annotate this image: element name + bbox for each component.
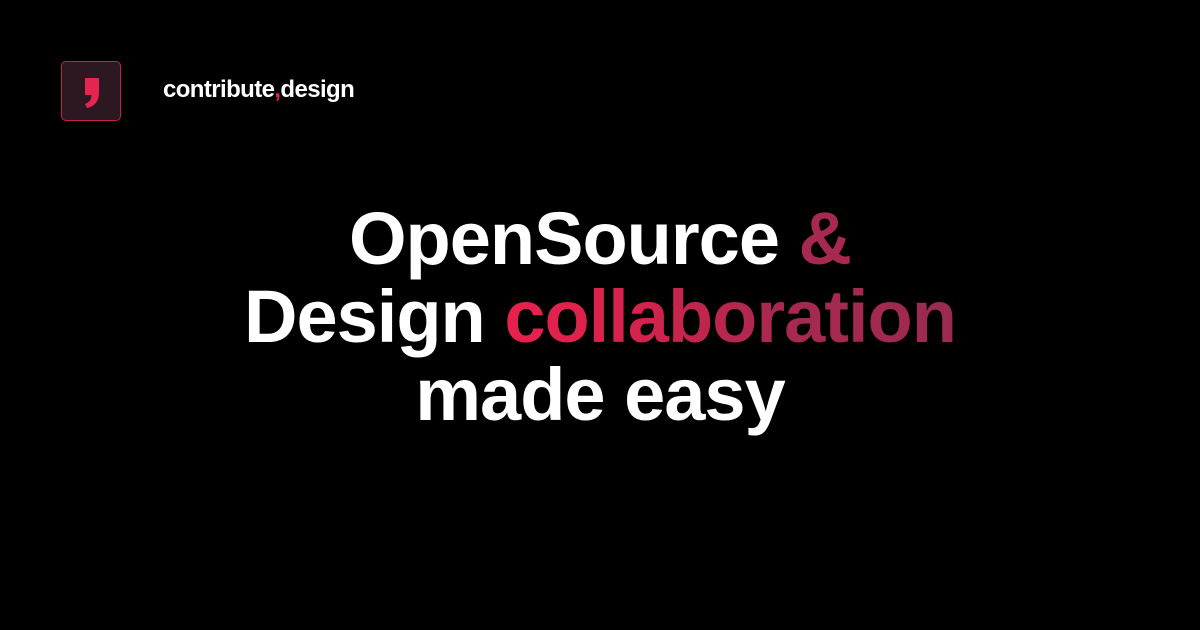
headline: OpenSource & Design collaboration made e… (0, 200, 1200, 434)
hero-banner: contribute,design OpenSource & Design co… (0, 0, 1200, 630)
headline-line-1: OpenSource & (0, 200, 1200, 278)
comma-logo-icon (85, 78, 99, 108)
headline-ampersand: & (798, 197, 852, 280)
headline-design: Design (244, 275, 486, 358)
brand-logo (61, 61, 121, 121)
brand-name-part2: design (280, 76, 355, 103)
headline-line-3: made easy (415, 353, 786, 436)
brand-name-part1: contribute (163, 76, 275, 103)
brand-wordmark: contribute,design (163, 76, 355, 104)
headline-collaboration: collaboration (504, 275, 957, 358)
headline-opensource: OpenSource (348, 197, 780, 280)
headline-line-2: Design collaboration (0, 278, 1200, 356)
